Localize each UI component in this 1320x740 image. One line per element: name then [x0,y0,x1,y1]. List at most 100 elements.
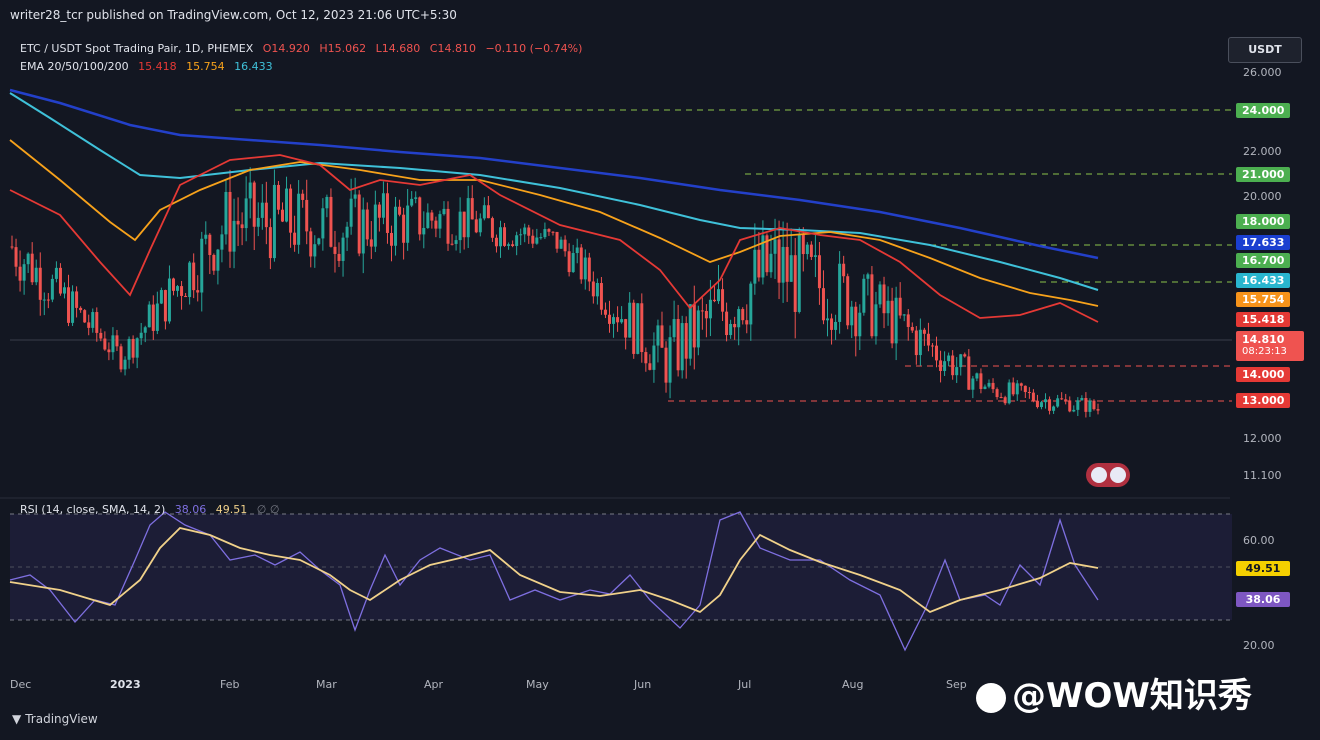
x-label-may: May [526,678,549,691]
axis-label-22: 22.000 [1243,145,1282,158]
tag-ema50: 15.754 [1236,292,1290,307]
candle-body [842,263,846,277]
candle-body [1044,399,1048,403]
candle-body [1052,406,1056,411]
candle-body [478,218,482,233]
candle-body [1003,397,1007,404]
candle-body [882,284,886,314]
candle-body [10,246,14,248]
candle-body [995,389,999,398]
candle-body [729,323,733,336]
candle-body [212,254,216,271]
candle-body [228,191,232,252]
x-label-sep: Sep [946,678,967,691]
candle-body [381,193,385,218]
candle-body [313,244,317,257]
candle-body [264,202,268,228]
candle-body [769,253,773,273]
candle-body [200,238,204,293]
candle-body [555,231,559,249]
candle-body [373,204,377,247]
ema20-line [9,154,1099,323]
candle-body [406,205,410,243]
candle-body [805,244,809,255]
candle-body [652,345,656,370]
candle-body [418,197,422,235]
axis-label-12: 12.000 [1243,432,1282,445]
candle-body [442,208,446,215]
candle-body [434,220,438,229]
candle-body [616,317,620,323]
candle-body [317,238,321,245]
candle-body [410,198,414,206]
candle-body [151,304,155,331]
candle-body [817,255,821,289]
candle-body [559,239,563,249]
candle-body [329,196,333,247]
candle-body [834,321,838,330]
candle-body [1076,400,1080,410]
flag-icon[interactable] [1086,463,1130,487]
candle-body [248,182,252,199]
candle-body [208,234,212,255]
x-label-aug: Aug [842,678,864,691]
candle-body [1048,399,1052,411]
candle-body [22,264,26,281]
candle-body [349,198,353,227]
tag-24: 24.000 [1236,103,1290,118]
candle-body [704,310,708,319]
candle-body [571,253,575,273]
candle-body [297,193,301,245]
candle-body [789,255,793,282]
candle-body [624,319,628,338]
candle-body [498,227,502,247]
candle-body [402,214,406,243]
candle-body [139,332,143,339]
rsi-label[interactable]: RSI (14, close, SMA, 14, 2) [20,503,165,516]
candle-body [325,196,329,209]
candle-body [83,310,87,323]
axis-label-20: 20.000 [1243,190,1282,203]
candle-body [712,299,716,302]
rsi-extra: ∅ ∅ [256,503,280,516]
paw-icon [976,682,1006,713]
candle-body [1007,382,1011,404]
tag-rsi: 38.06 [1236,592,1290,607]
flag-us-icon [1091,467,1107,483]
candle-body [42,299,46,301]
candle-body [826,318,830,321]
tag-21: 21.000 [1236,167,1290,182]
candle-body [1080,397,1084,401]
candle-body [337,253,341,261]
candle-body [87,322,91,328]
chart-canvas[interactable] [0,0,1320,740]
candle-body [430,212,434,221]
rsi-axis-60: 60.00 [1243,534,1275,547]
rsi-legend: RSI (14, close, SMA, 14, 2) 38.06 49.51 … [20,503,285,516]
candle-body [632,302,636,354]
rsi-value: 38.06 [174,503,207,516]
candle-body [507,244,511,246]
candle-body [196,290,200,293]
x-label-dec: Dec [10,678,32,691]
candle-body [272,184,276,259]
candle-body [450,243,454,245]
last-price: 14.810 [1242,333,1285,346]
candle-body [757,249,761,278]
tv-footer[interactable]: ▼ TradingView [12,712,98,726]
candle-body [870,274,874,337]
candle-body [947,355,951,362]
candle-body [587,257,591,282]
candle-body [365,209,369,240]
watermark: @WOW知识秀 [976,668,1252,717]
candle-body [1023,385,1027,393]
candle-body [159,290,163,304]
candle-body [147,304,151,328]
candle-body [745,320,749,325]
candle-body [62,287,66,294]
candle-body [886,300,890,314]
candle-body [644,352,648,364]
candle-body [620,319,624,323]
candle-body [220,234,224,250]
rsi-sma-value: 49.51 [215,503,248,516]
